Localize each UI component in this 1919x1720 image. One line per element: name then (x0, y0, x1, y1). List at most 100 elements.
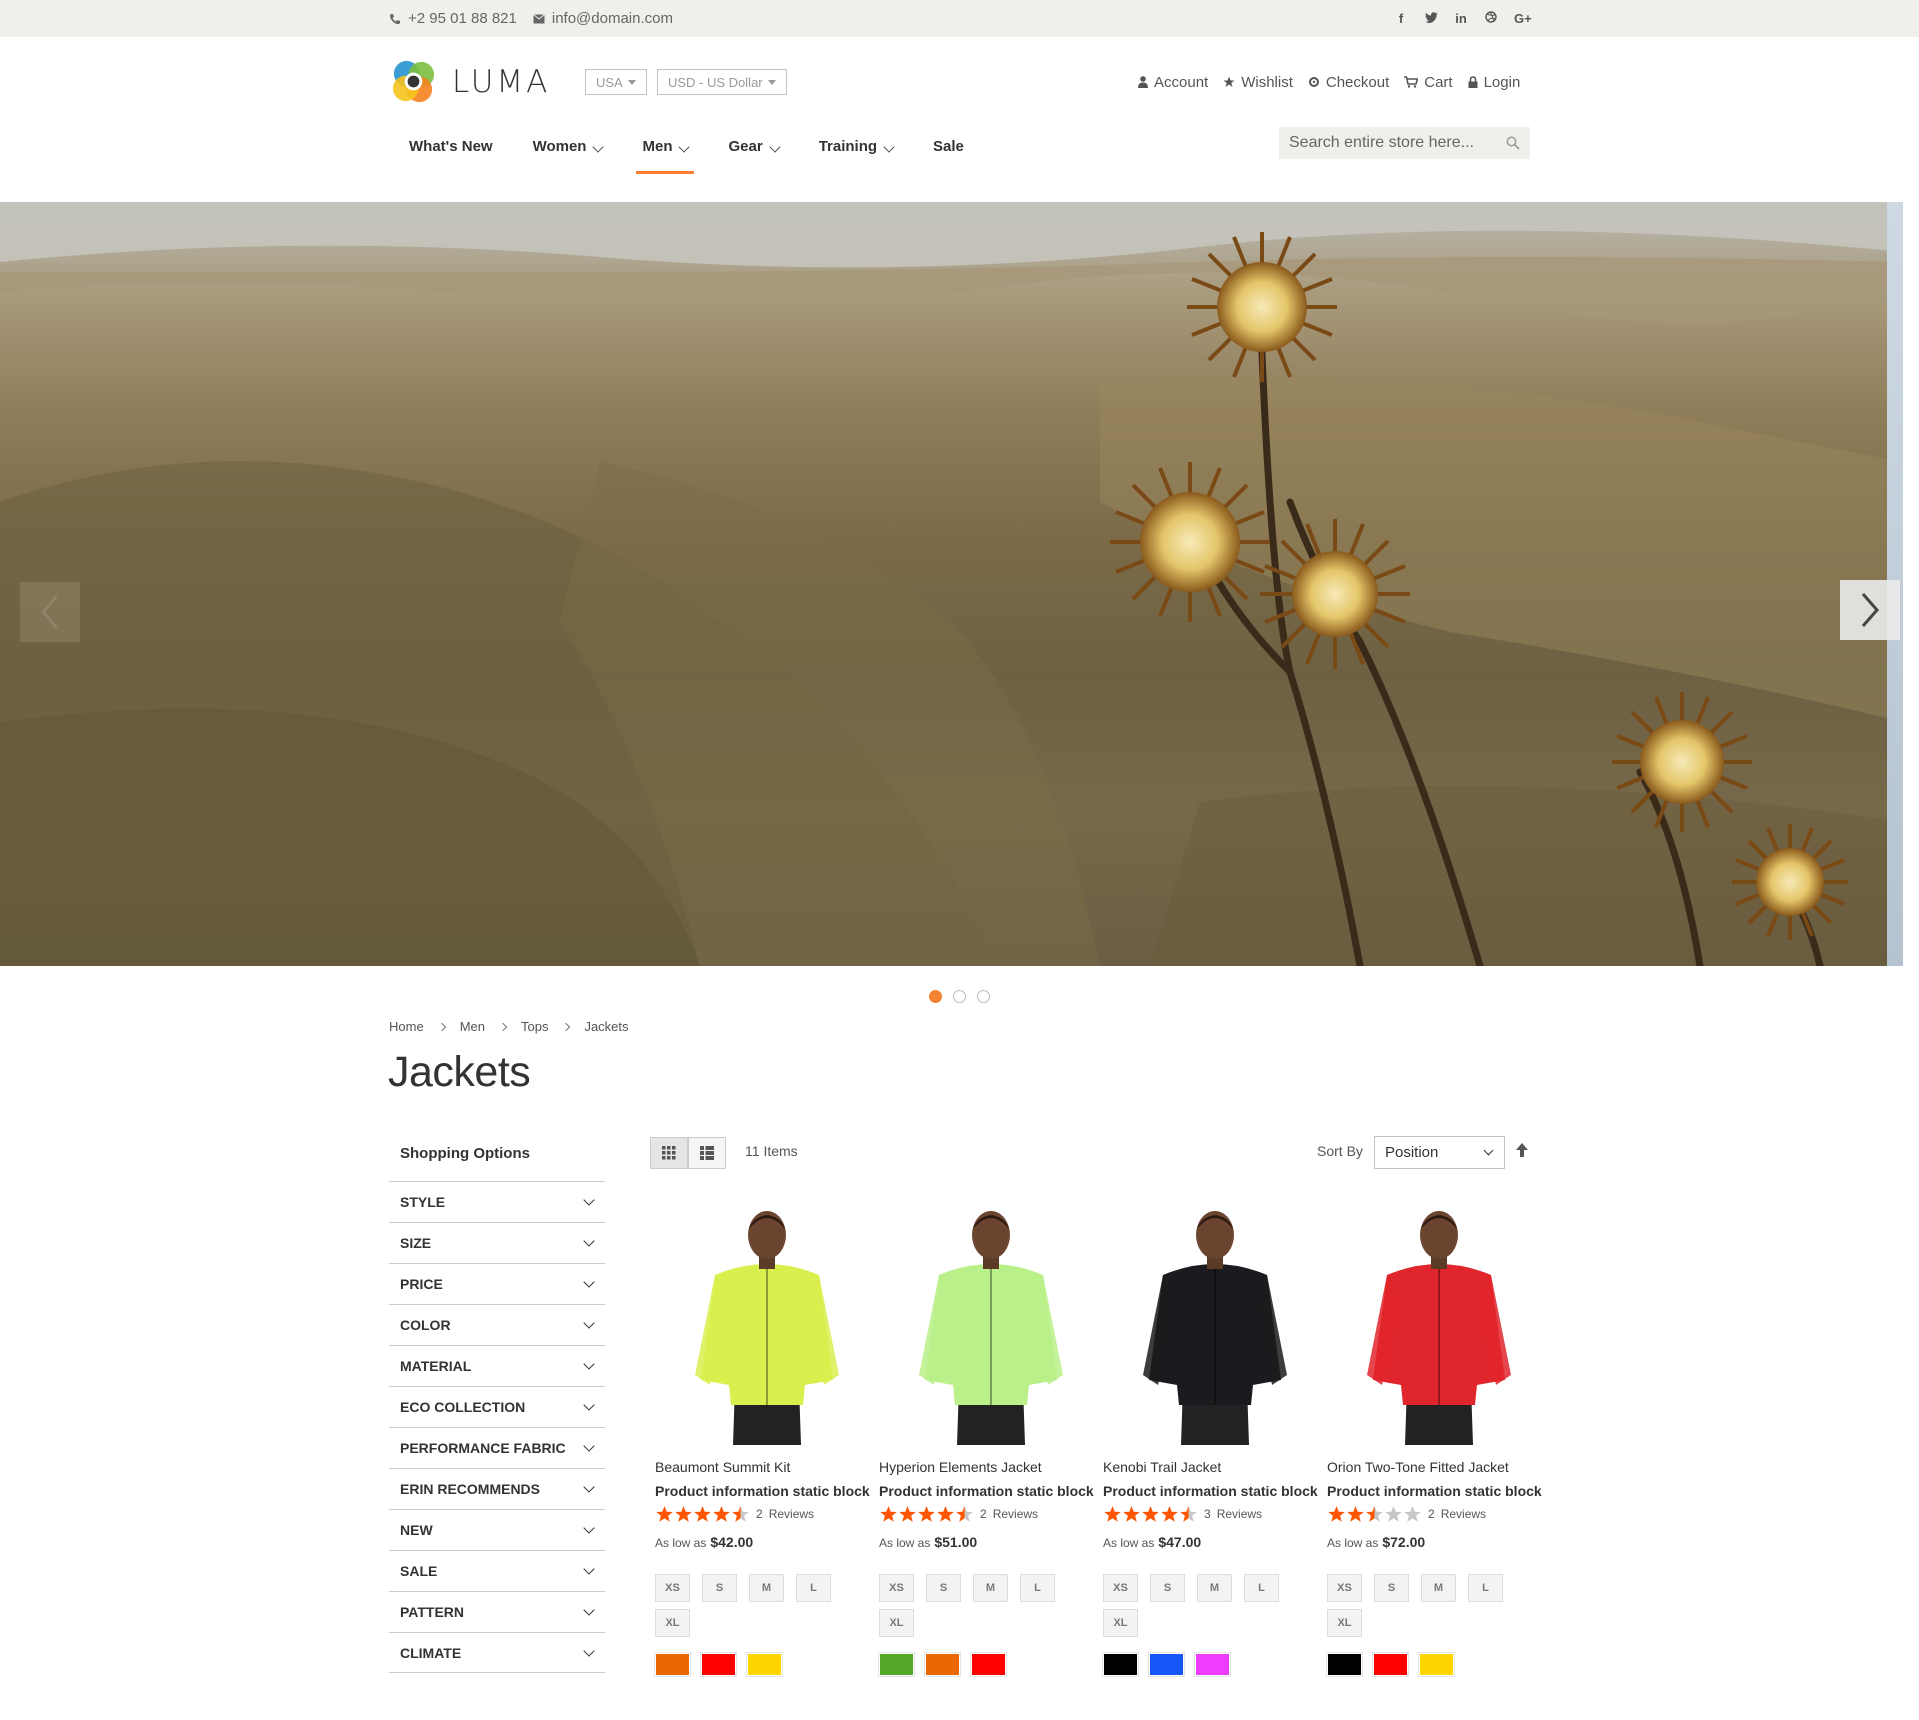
slider-prev-button[interactable] (20, 582, 80, 642)
product-item[interactable]: Hyperion Elements Jacket Product informat… (878, 1205, 1103, 1677)
product-image[interactable] (655, 1205, 879, 1449)
currency-selector[interactable]: USD - US Dollar (657, 69, 787, 95)
phone-contact[interactable]: +2 95 01 88 821 (389, 10, 517, 27)
breadcrumb-men[interactable]: Men (460, 1019, 485, 1034)
filter-sale[interactable]: SALE (389, 1550, 605, 1591)
nav-item-gear[interactable]: Gear (708, 135, 798, 177)
linkedin-icon[interactable]: in (1454, 11, 1468, 26)
reviews-link[interactable]: 2 Reviews (1428, 1507, 1486, 1521)
wishlist-link[interactable]: Wishlist (1223, 74, 1293, 91)
color-swatch[interactable] (700, 1652, 737, 1677)
size-option[interactable]: L (796, 1574, 831, 1602)
nav-item-training[interactable]: Training (799, 135, 913, 177)
color-swatch[interactable] (1194, 1652, 1231, 1677)
twitter-icon[interactable] (1424, 11, 1438, 26)
filter-style[interactable]: STYLE (389, 1181, 605, 1222)
slider-dot[interactable] (929, 990, 942, 1003)
color-swatch[interactable] (746, 1652, 783, 1677)
product-name[interactable]: Kenobi Trail Jacket (1103, 1459, 1327, 1479)
filter-erin-recommends[interactable]: ERIN RECOMMENDS (389, 1468, 605, 1509)
search-input[interactable] (1289, 134, 1489, 152)
facebook-icon[interactable]: f (1394, 11, 1408, 26)
size-option[interactable]: XL (1103, 1609, 1138, 1637)
nav-item-sale[interactable]: Sale (913, 135, 984, 177)
sort-direction-button[interactable] (1515, 1142, 1529, 1163)
size-option[interactable]: S (926, 1574, 961, 1602)
nav-item-whats-new[interactable]: What's New (389, 135, 513, 177)
size-option[interactable]: M (749, 1574, 784, 1602)
size-option[interactable]: M (1421, 1574, 1456, 1602)
filter-material[interactable]: MATERIAL (389, 1345, 605, 1386)
reviews-link[interactable]: 2 Reviews (980, 1507, 1038, 1521)
grid-view-button[interactable] (650, 1137, 688, 1169)
size-option[interactable]: XS (655, 1574, 690, 1602)
sort-by-select[interactable]: Position (1374, 1136, 1505, 1169)
product-name[interactable]: Hyperion Elements Jacket (879, 1459, 1103, 1479)
color-swatch[interactable] (878, 1652, 915, 1677)
slider-dot[interactable] (953, 990, 966, 1003)
size-option[interactable]: L (1244, 1574, 1279, 1602)
size-option[interactable]: XS (879, 1574, 914, 1602)
filter-performance-fabric[interactable]: PERFORMANCE FABRIC (389, 1427, 605, 1468)
product-image[interactable] (879, 1205, 1103, 1449)
product-item[interactable]: Kenobi Trail Jacket Product information s… (1102, 1205, 1327, 1677)
size-option[interactable]: S (1150, 1574, 1185, 1602)
product-name[interactable]: Orion Two-Tone Fitted Jacket (1327, 1459, 1551, 1479)
product-image[interactable] (1103, 1205, 1327, 1449)
breadcrumb-tops[interactable]: Tops (521, 1019, 548, 1034)
size-option[interactable]: XS (1327, 1574, 1362, 1602)
product-info-block: Product information static block (1327, 1483, 1542, 1499)
filter-new[interactable]: NEW (389, 1509, 605, 1550)
size-option[interactable]: M (1197, 1574, 1232, 1602)
filter-eco-collection[interactable]: ECO COLLECTION (389, 1386, 605, 1427)
slider-next-button[interactable] (1840, 580, 1900, 640)
cart-link[interactable]: Cart (1404, 74, 1453, 91)
size-option[interactable]: M (973, 1574, 1008, 1602)
size-option[interactable]: XL (1327, 1609, 1362, 1637)
product-item[interactable]: Orion Two-Tone Fitted Jacket Product info… (1326, 1205, 1551, 1677)
google-plus-icon[interactable]: G+ (1514, 11, 1532, 26)
dribbble-icon[interactable] (1484, 11, 1498, 26)
list-view-button[interactable] (688, 1137, 726, 1169)
color-swatch[interactable] (654, 1652, 691, 1677)
filter-color[interactable]: COLOR (389, 1304, 605, 1345)
size-option[interactable]: L (1020, 1574, 1055, 1602)
logo-wordmark: LUMA (452, 63, 551, 100)
checkout-link[interactable]: Checkout (1308, 74, 1389, 91)
star-icon (1366, 1506, 1383, 1522)
luma-logo[interactable]: LUMA (389, 57, 550, 106)
filter-climate[interactable]: CLIMATE (389, 1632, 605, 1673)
size-option[interactable]: XL (655, 1609, 690, 1637)
breadcrumb-home[interactable]: Home (389, 1019, 424, 1034)
size-option[interactable]: S (702, 1574, 737, 1602)
color-swatch[interactable] (1148, 1652, 1185, 1677)
email-contact[interactable]: info@domain.com (533, 10, 673, 27)
size-option[interactable]: XS (1103, 1574, 1138, 1602)
filter-price[interactable]: PRICE (389, 1263, 605, 1304)
filter-size[interactable]: SIZE (389, 1222, 605, 1263)
search-icon[interactable] (1506, 136, 1520, 150)
color-swatch[interactable] (1372, 1652, 1409, 1677)
rating-stars (655, 1505, 750, 1523)
color-swatch[interactable] (1326, 1652, 1363, 1677)
product-image[interactable] (1327, 1205, 1551, 1449)
product-item[interactable]: Beaumont Summit Kit Product information s… (654, 1205, 879, 1677)
size-option[interactable]: S (1374, 1574, 1409, 1602)
filter-pattern[interactable]: PATTERN (389, 1591, 605, 1632)
slider-dot[interactable] (977, 990, 990, 1003)
product-name[interactable]: Beaumont Summit Kit (655, 1459, 879, 1479)
size-option[interactable]: XL (879, 1609, 914, 1637)
reviews-link[interactable]: 2 Reviews (756, 1507, 814, 1521)
color-swatch[interactable] (1418, 1652, 1455, 1677)
hero-slider[interactable] (0, 202, 1903, 966)
color-swatch[interactable] (1102, 1652, 1139, 1677)
reviews-link[interactable]: 3 Reviews (1204, 1507, 1262, 1521)
country-selector[interactable]: USA (585, 69, 647, 95)
nav-item-men[interactable]: Men (622, 135, 708, 177)
size-option[interactable]: L (1468, 1574, 1503, 1602)
nav-item-women[interactable]: Women (513, 135, 623, 177)
login-link[interactable]: Login (1468, 74, 1520, 91)
color-swatch[interactable] (924, 1652, 961, 1677)
color-swatch[interactable] (970, 1652, 1007, 1677)
account-link[interactable]: Account (1138, 74, 1208, 91)
